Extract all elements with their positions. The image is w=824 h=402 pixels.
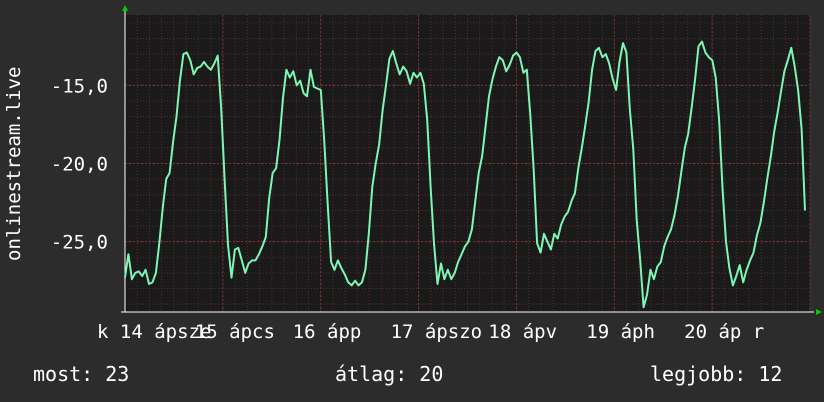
x-tick-label: 16 ápp: [293, 321, 362, 343]
y-tick-label: -20,0: [51, 154, 108, 176]
x-tick-label: 18 ápv: [488, 321, 557, 343]
x-tick-label: 15 ápcs: [195, 321, 275, 343]
x-axis-arrow: [816, 309, 822, 315]
y-tick-label: -15,0: [51, 75, 108, 97]
x-tick-label: 17 ápszo: [391, 321, 483, 343]
chart-container: -15,0 -20,0 -25,0 k 14 ápsze 15 ápcs 16 ápp 17…: [0, 0, 824, 402]
stat-current: most: 23: [33, 362, 130, 386]
chart: -15,0-20,0-25,0k 14 ápsze15 ápcs 16 ápp 17…: [51, 5, 822, 343]
x-tick-label: 20 áp r: [684, 321, 764, 343]
y-tick-label: -25,0: [51, 232, 108, 254]
stat-best: legjobb: 12: [650, 362, 783, 386]
y-axis-arrow: [122, 5, 128, 11]
stat-average: átlag: 20: [335, 362, 444, 386]
x-tick-label: 19 áph: [586, 321, 655, 343]
y-axis-label: onlinestream.live: [3, 66, 25, 262]
